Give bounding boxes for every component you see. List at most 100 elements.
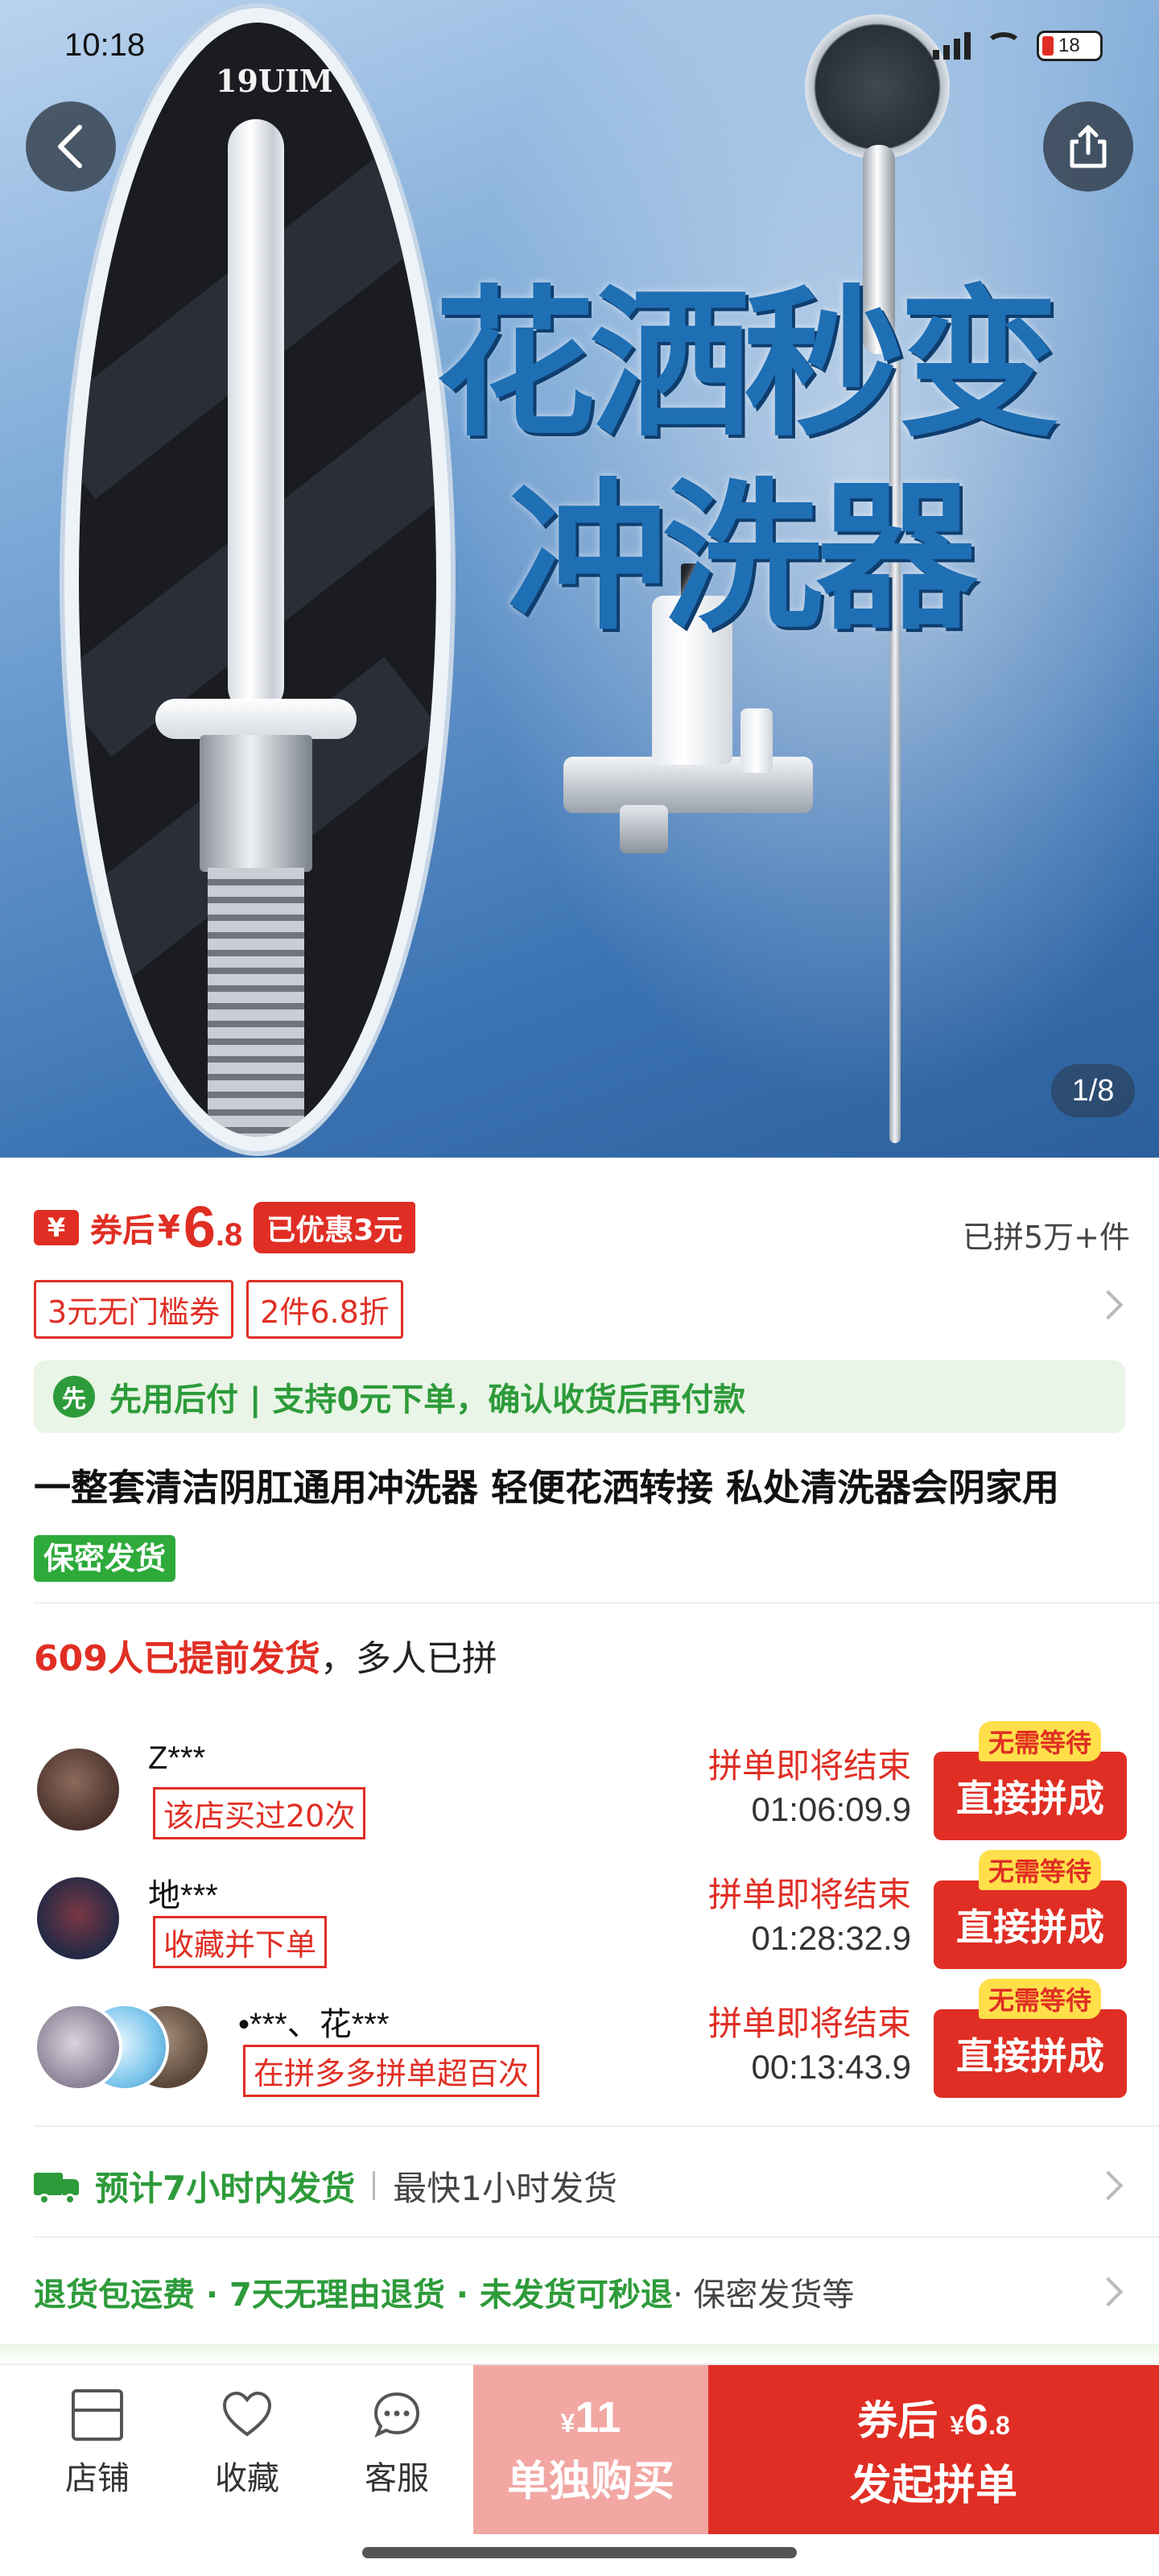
coupon-tag[interactable]: 3元无门槛券 — [34, 1280, 234, 1339]
join-group-button[interactable]: 直接拼成 — [934, 2009, 1127, 2098]
coupon-tag[interactable]: 2件6.8折 — [246, 1280, 403, 1339]
headline-line-2: 冲洗器 — [507, 464, 977, 652]
avatar — [34, 1745, 122, 1834]
status-icons: 18 — [933, 31, 1103, 61]
sold-count: 已拼5万+件 — [962, 1220, 1130, 1255]
price-prefix: 券后 — [90, 1212, 155, 1249]
pay-after-icon: 先 — [53, 1376, 95, 1418]
avatar — [34, 2003, 122, 2091]
group-user-tag: 该店买过20次 — [153, 1787, 366, 1839]
group-ending-label: 拼单即将结束 — [707, 1875, 911, 1914]
services-row[interactable]: 退货包运费 · 7天无理由退货 · 未发货可秒退 · 保密发货等 — [34, 2264, 1128, 2320]
group-row[interactable]: •***、花*** 在拼多多拼单超百次 拼单即将结束 00:13:43.9 直接… — [0, 1979, 1159, 2109]
pay-after-banner[interactable]: 先 先用后付 | 支持0元下单，确认收货后再付款 — [34, 1360, 1125, 1433]
service-label: 客服 — [365, 2460, 429, 2497]
discount-badge: 已优惠3元 — [254, 1202, 416, 1253]
group-user-name: 地*** — [148, 1878, 218, 1913]
shipping-fastest: 最快1小时发货 — [393, 2168, 617, 2208]
group-label: 发起拼单 — [849, 2461, 1017, 2510]
section-band — [0, 2344, 1159, 2363]
no-wait-badge: 无需等待 — [979, 1721, 1102, 1761]
price-row: ¥ 券后 ¥ 6 .8 已优惠3元 — [34, 1195, 416, 1260]
product-title-text: 一整套清洁阴肛通用冲洗器 轻便花洒转接 私处清洗器会阴家用 — [34, 1466, 1060, 1509]
chevron-left-icon — [58, 125, 82, 168]
group-ending-label: 拼单即将结束 — [707, 1746, 911, 1785]
product-closeup-oval: 19UIM — [64, 8, 451, 1151]
solo-currency: ¥ — [560, 2408, 575, 2438]
group-row[interactable]: 地*** 收藏并下单 拼单即将结束 01:28:32.9 直接拼成 无需等待 — [0, 1850, 1159, 1980]
battery-icon: 18 — [1037, 31, 1103, 61]
solo-price: ¥11 — [561, 2392, 621, 2442]
divider — [34, 1602, 1159, 1604]
buy-alone-button[interactable]: ¥11 单独购买 — [473, 2365, 708, 2534]
shipped-summary: 609人已提前发货，多人已拼 — [34, 1629, 497, 1681]
favorite-label: 收藏 — [215, 2460, 279, 2497]
customer-service-button[interactable]: 客服 — [328, 2389, 465, 2510]
services-more: · 保密发货等 — [672, 2277, 855, 2314]
join-group-button[interactable]: 直接拼成 — [934, 1752, 1127, 1840]
price-decimal: .8 — [215, 1216, 243, 1253]
solo-label: 单独购买 — [506, 2457, 674, 2506]
valve-image — [620, 805, 668, 853]
start-group-buy-button[interactable]: 券后 ¥6.8 发起拼单 — [708, 2365, 1159, 2534]
confidential-shipping-tag: 保密发货 — [34, 1534, 176, 1582]
group-ending-label: 拼单即将结束 — [707, 2004, 911, 2043]
heart-icon — [221, 2389, 273, 2441]
join-group-button[interactable]: 直接拼成 — [934, 1880, 1127, 1969]
separator — [373, 2171, 376, 2200]
favorite-button[interactable]: 收藏 — [179, 2389, 316, 2510]
group-user-name: Z*** — [148, 1740, 206, 1776]
shelf-image — [563, 757, 813, 813]
no-wait-badge: 无需等待 — [979, 1979, 1102, 2019]
group-user-tag: 收藏并下单 — [153, 1916, 328, 1968]
chevron-right-icon[interactable] — [1093, 1290, 1124, 1320]
group-row[interactable]: Z*** 该店买过20次 拼单即将结束 01:06:09.9 直接拼成 无需等待 — [0, 1721, 1159, 1852]
group-user-tag: 在拼多多拼单超百次 — [243, 2045, 540, 2097]
price-integer: 6 — [183, 1195, 216, 1260]
shipped-rest: ，多人已拼 — [320, 1638, 497, 1679]
price-currency: ¥ — [158, 1209, 180, 1246]
group-price-prefix: 券后 — [857, 2396, 938, 2444]
group-timer: 01:28:32.9 — [751, 1919, 911, 1957]
coupon-row[interactable]: 3元无门槛券 2件6.8折 — [34, 1280, 403, 1339]
group-price-int: 6 — [964, 2395, 989, 2444]
flange-image — [155, 699, 357, 739]
page-indicator: 1/8 — [1051, 1064, 1135, 1117]
pay-after-text: 先用后付 | 支持0元下单，确认收货后再付款 — [109, 1381, 746, 1418]
hose-image — [208, 868, 304, 1137]
no-wait-badge: 无需等待 — [979, 1850, 1102, 1890]
yen-icon: ¥ — [34, 1210, 79, 1245]
fitting-image — [200, 735, 312, 872]
signal-icon — [933, 32, 971, 60]
group-user-name: •***、花*** — [238, 2007, 390, 2042]
nozzle-image — [228, 119, 284, 715]
group-currency: ¥ — [950, 2410, 965, 2440]
shipping-row[interactable]: 预计7小时内发货 最快1小时发货 — [34, 2157, 1128, 2214]
back-button[interactable] — [26, 101, 116, 192]
store-button[interactable]: 店铺 — [29, 2389, 166, 2510]
store-label: 店铺 — [65, 2460, 130, 2497]
status-time: 10:18 — [64, 27, 146, 63]
status-bar: 10:18 18 — [0, 0, 1159, 97]
divider — [34, 2125, 1159, 2127]
solo-price-value: 11 — [575, 2392, 621, 2442]
group-timer: 01:06:09.9 — [751, 1790, 911, 1828]
divider — [34, 2236, 1159, 2238]
home-indicator[interactable] — [362, 2547, 797, 2558]
battery-level: 18 — [1058, 35, 1080, 56]
avatar — [34, 1874, 122, 1963]
store-icon — [72, 2389, 123, 2441]
group-price: 券后 ¥6.8 — [857, 2388, 1010, 2446]
group-price-dec: .8 — [988, 2410, 1010, 2440]
truck-icon — [34, 2169, 80, 2205]
wifi-icon — [985, 32, 1022, 60]
product-title: 一整套清洁阴肛通用冲洗器 轻便花洒转接 私处清洗器会阴家用 保密发货 — [34, 1454, 1128, 1589]
product-image-carousel[interactable]: 19UIM 花洒秒变 冲洗器 10:18 18 1/8 — [0, 0, 1159, 1158]
chat-icon — [371, 2389, 423, 2441]
shipping-estimate: 预计7小时内发货 — [95, 2168, 356, 2208]
share-button[interactable] — [1043, 101, 1133, 192]
shipped-highlight: 609人已提前发货 — [34, 1638, 320, 1679]
dropper-bottle-image — [740, 708, 773, 773]
group-timer: 00:13:43.9 — [751, 2048, 911, 2086]
share-icon — [1070, 125, 1107, 168]
